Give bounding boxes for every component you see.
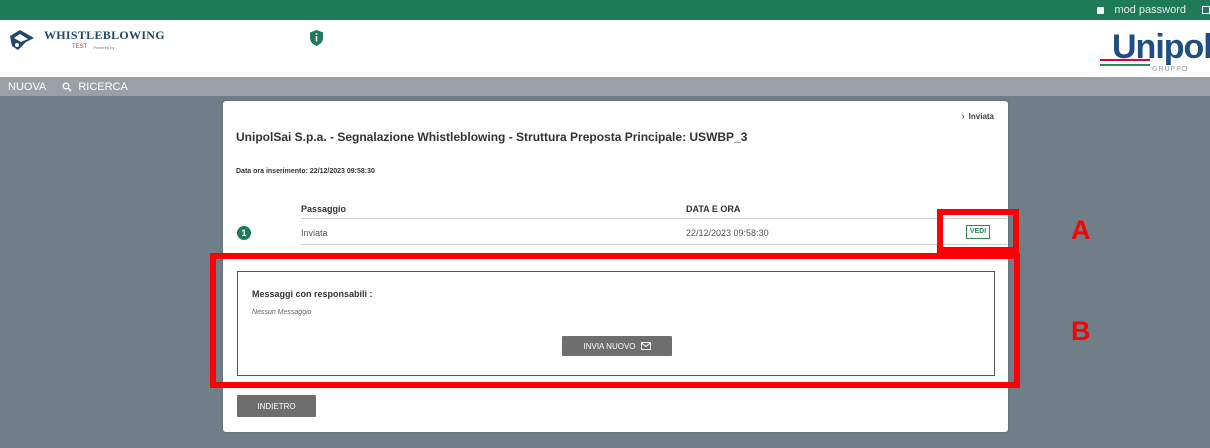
mod-password-link[interactable]: mod password: [1114, 4, 1186, 16]
breadcrumb: › Inviata: [962, 111, 994, 121]
shield-icon[interactable]: [310, 30, 323, 46]
back-button[interactable]: INDIETRO: [237, 395, 316, 417]
logo-env: TEST: [72, 44, 88, 50]
whistle-icon: [10, 30, 34, 50]
header-datetime: DATA E ORA: [686, 204, 741, 214]
logo-title: WHISTLEBLOWING: [44, 28, 165, 42]
top-links: mod password: [1097, 2, 1210, 18]
breadcrumb-current[interactable]: Inviata: [969, 112, 994, 121]
unipol-logo: Unipol GRUPPO: [1100, 28, 1210, 73]
annotation-label-b: B: [1071, 316, 1091, 346]
chevron-right-icon: ›: [961, 111, 965, 121]
brand-name: Unipol: [1112, 28, 1210, 66]
step-datetime: 22/12/2023 09:58:30: [686, 228, 769, 238]
nav-new[interactable]: NUOVA: [0, 81, 54, 93]
page-title: UnipolSai S.p.a. - Segnalazione Whistleb…: [236, 130, 748, 144]
table-row: 1 Inviata 22/12/2023 09:58:30 VEDI: [235, 220, 1007, 245]
step-number-badge: 1: [237, 226, 251, 240]
logout-icon[interactable]: [1202, 6, 1210, 14]
header-step: Passaggio: [301, 204, 347, 214]
steps-table-header: Passaggio DATA E ORA: [301, 202, 1007, 219]
nav-bar: NUOVA RICERCA: [0, 77, 1210, 96]
annotation-box-a: [937, 209, 1019, 253]
annotation-box-b: [210, 253, 1020, 388]
brand-sub: GRUPPO: [1152, 66, 1189, 73]
annotation-label-a: A: [1071, 215, 1091, 245]
lock-icon: [1097, 6, 1105, 14]
search-icon: [62, 82, 72, 91]
nav-search-label: RICERCA: [78, 80, 128, 93]
nav-new-label: NUOVA: [8, 80, 47, 93]
inserted-datetime: Data ora inserimento: 22/12/2023 09:58:3…: [236, 168, 375, 175]
nav-search[interactable]: RICERCA: [54, 81, 136, 93]
logo-powered: Powered by: [93, 45, 115, 50]
row-divider: [301, 244, 1007, 245]
step-name: Inviata: [301, 228, 328, 238]
whistleblowing-logo[interactable]: WHISTLEBLOWING TEST Powered by: [8, 28, 165, 52]
top-bar: mod password: [0, 0, 1210, 20]
header: WHISTLEBLOWING TEST Powered by Unipol GR…: [0, 20, 1210, 77]
